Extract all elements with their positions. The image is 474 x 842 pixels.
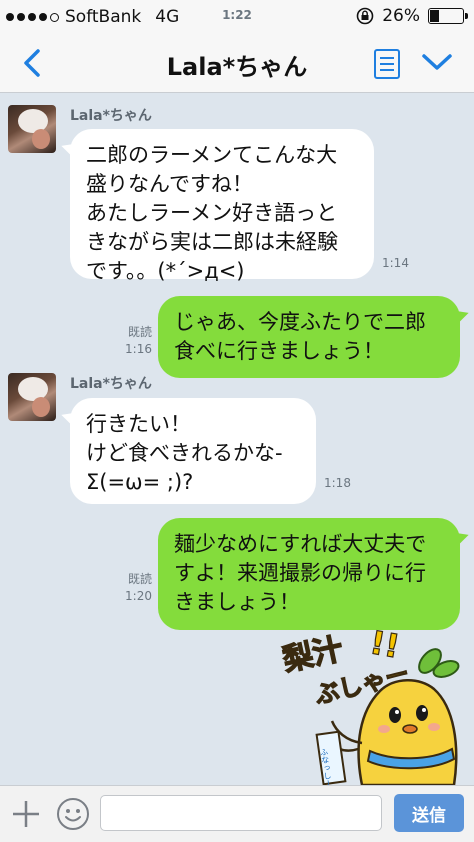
sender-avatar[interactable] [8,105,56,153]
message-time: 1:16 [125,342,152,356]
battery-icon [428,8,468,24]
rotation-lock-icon [356,7,374,25]
message-time: 1:14 [382,256,409,270]
message-input-bar: 送信 [0,785,474,842]
note-icon[interactable] [373,48,401,80]
svg-text:梨汁: 梨汁 [280,632,346,679]
read-label: 既読 [127,572,152,586]
message-time: 1:20 [125,589,152,603]
sticker-sign: ふなっしー [315,730,347,785]
chat-header: Lala*ちゃん [0,34,474,93]
emoji-icon[interactable] [56,797,90,831]
message-input[interactable] [100,795,382,831]
sticker-text-top: 梨汁 [279,631,346,679]
chat-title: Lala*ちゃん [166,53,308,81]
sticker-exclaim: !! [367,625,402,666]
send-button[interactable]: 送信 [394,794,464,832]
message-bubble-outgoing[interactable]: じゃあ、今度ふたりで二郎 食べに行きましょう！ [158,296,460,378]
read-label: 既読 [127,325,152,339]
read-receipt: 既読 1:20 [112,571,152,605]
sender-name: Lala*ちゃん [70,376,152,392]
read-receipt: 既読 1:16 [112,324,152,358]
status-right: 26% [356,6,468,26]
message-bubble-incoming[interactable]: 行きたい！ けど食べきれるかな- Σ(=ω= ;)? [70,398,316,504]
message-time: 1:18 [324,476,351,490]
funassyi-sticker[interactable]: 梨汁 ぶしゃー !! ふなっしー [262,625,472,785]
chevron-down-icon[interactable] [420,50,454,74]
sender-avatar[interactable] [8,373,56,421]
battery-percent: 26% [382,6,420,26]
message-bubble-outgoing[interactable]: 麺少なめにすれば大丈夫で すよ！来週撮影の帰りに行 きましょう！ [158,518,460,630]
message-bubble-incoming[interactable]: 二郎のラーメンてこんな大 盛りなんですね！ あたしラーメン好き語っと きながら実… [70,129,374,283]
status-bar: SoftBank 4G 1:22 26% [0,0,474,34]
leaf-icon [418,648,460,678]
sender-name: Lala*ちゃん [70,108,152,124]
plus-icon[interactable] [10,798,42,830]
